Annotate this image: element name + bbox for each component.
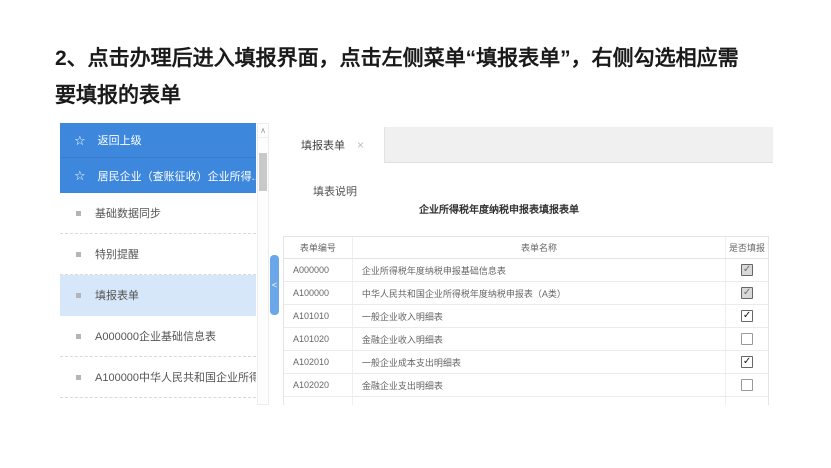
table-body: A000000 企业所得税年度纳税申报基础信息表 ✓ A100000 中华人民共… [284, 259, 768, 397]
scrollbar-thumb[interactable] [259, 153, 267, 191]
bullet-icon [76, 293, 81, 298]
instruction-heading: 2、点击办理后进入填报界面，点击左侧菜单“填报表单”，右侧勾选相应需 要填报的表… [55, 40, 795, 114]
table-row: A102010 一般企业成本支出明细表 ✓ [284, 351, 768, 374]
tab-label: 填报表单 [301, 137, 345, 153]
form-name-cell: 中华人民共和国企业所得税年度纳税申报表（A类） [353, 282, 726, 304]
page: 2、点击办理后进入填报界面，点击左侧菜单“填报表单”，右侧勾选相应需 要填报的表… [0, 0, 831, 468]
fill-checkbox: ✓ [741, 264, 753, 276]
fill-flag-cell [726, 374, 768, 396]
form-name-cell: 金融企业收入明细表 [353, 328, 726, 350]
table-row: A101020 金融企业收入明细表 [284, 328, 768, 351]
sidebar-item-label: 居民企业（查账征收）企业所得... [98, 168, 256, 184]
fill-flag-cell: ✓ [726, 259, 768, 281]
tab-bar: 填报表单 × [281, 127, 773, 163]
sidebar: ☆ 返回上级 ☆ 居民企业（查账征收）企业所得... 基础数据同步 特别提醒 填… [60, 123, 256, 397]
form-instructions-link[interactable]: 填表说明 [313, 183, 357, 199]
form-code-cell: A100000 [284, 282, 353, 304]
fill-checkbox[interactable]: ✓ [741, 310, 753, 322]
fill-flag-cell: ✓ [726, 305, 768, 327]
sidebar-pinned-item[interactable]: ☆ 返回上级 [60, 123, 256, 158]
form-name-cell: 一般企业收入明细表 [353, 305, 726, 327]
table-row-partial [284, 397, 768, 405]
scroll-up-button[interactable]: ∧ [258, 124, 268, 138]
table-row: A100000 中华人民共和国企业所得税年度纳税申报表（A类） ✓ [284, 282, 768, 305]
bullet-icon [76, 334, 81, 339]
header-form-name: 表单名称 [353, 237, 726, 258]
sidebar-pinned-group: ☆ 返回上级 ☆ 居民企业（查账征收）企业所得... [60, 123, 256, 193]
table-row: A101010 一般企业收入明细表 ✓ [284, 305, 768, 328]
tab-fill-forms[interactable]: 填报表单 × [281, 127, 385, 163]
sidebar-collapse-handle[interactable]: < [270, 255, 279, 315]
sidebar-item-label: 填报表单 [95, 287, 139, 303]
fill-flag-cell: ✓ [726, 351, 768, 373]
table-header-row: 表单编号 表单名称 是否填报 [284, 237, 768, 259]
sidebar-scrollbar[interactable]: ∧ [257, 123, 269, 405]
sidebar-menu-group: 基础数据同步 特别提醒 填报表单 A000000企业基础信息表 A100000中… [60, 193, 256, 398]
form-name-cell: 企业所得税年度纳税申报基础信息表 [353, 259, 726, 281]
table-title: 企业所得税年度纳税申报表填报表单 [419, 201, 579, 216]
main-panel: 填报表单 × 填表说明 企业所得税年度纳税申报表填报表单 表单编号 表单名称 是… [281, 127, 773, 406]
star-icon: ☆ [74, 134, 86, 147]
sidebar-item-label: A100000中华人民共和国企业所得税... [95, 369, 256, 385]
bullet-icon [76, 375, 81, 380]
table-row: A102020 金融企业支出明细表 [284, 374, 768, 397]
partial-cell [726, 397, 768, 405]
sidebar-item[interactable]: 特别提醒 [60, 234, 256, 275]
sidebar-item[interactable]: A000000企业基础信息表 [60, 316, 256, 357]
star-icon: ☆ [74, 169, 86, 182]
fill-flag-cell: ✓ [726, 282, 768, 304]
form-code-cell: A101010 [284, 305, 353, 327]
sidebar-item-label: A000000企业基础信息表 [95, 328, 216, 344]
fill-checkbox: ✓ [741, 287, 753, 299]
header-fill-flag: 是否填报 [726, 237, 768, 258]
sidebar-item[interactable]: 基础数据同步 [60, 193, 256, 234]
fill-checkbox[interactable] [741, 333, 753, 345]
chevron-left-icon: < [272, 280, 277, 290]
instruction-heading-line1: 2、点击办理后进入填报界面，点击左侧菜单“填报表单”，右侧勾选相应需 [55, 40, 795, 77]
form-code-cell: A101020 [284, 328, 353, 350]
forms-table: 表单编号 表单名称 是否填报 A000000 企业所得税年度纳税申报基础信息表 … [283, 236, 769, 405]
instruction-heading-line2: 要填报的表单 [55, 77, 795, 114]
partial-cell [284, 397, 353, 405]
chevron-up-icon: ∧ [260, 126, 266, 135]
sidebar-item-label: 基础数据同步 [95, 205, 161, 221]
bullet-icon [76, 252, 81, 257]
form-name-cell: 一般企业成本支出明细表 [353, 351, 726, 373]
form-code-cell: A000000 [284, 259, 353, 281]
sidebar-item-label: 返回上级 [98, 132, 142, 148]
bullet-icon [76, 211, 81, 216]
form-name-cell: 金融企业支出明细表 [353, 374, 726, 396]
header-form-code: 表单编号 [284, 237, 353, 258]
close-icon[interactable]: × [357, 139, 364, 151]
fill-flag-cell [726, 328, 768, 350]
table-row: A000000 企业所得税年度纳税申报基础信息表 ✓ [284, 259, 768, 282]
sidebar-pinned-item[interactable]: ☆ 居民企业（查账征收）企业所得... [60, 158, 256, 193]
form-code-cell: A102010 [284, 351, 353, 373]
fill-checkbox[interactable] [741, 379, 753, 391]
partial-cell [353, 397, 726, 405]
form-code-cell: A102020 [284, 374, 353, 396]
sidebar-item[interactable]: A100000中华人民共和国企业所得税... [60, 357, 256, 398]
sidebar-item[interactable]: 填报表单 [60, 275, 256, 316]
fill-checkbox[interactable]: ✓ [741, 356, 753, 368]
sidebar-item-label: 特别提醒 [95, 246, 139, 262]
